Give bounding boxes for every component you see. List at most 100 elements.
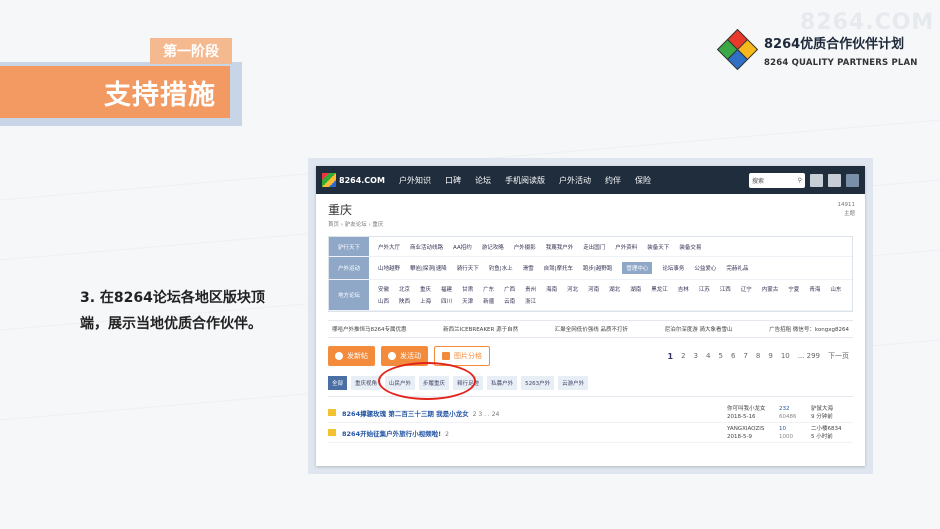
category-link[interactable]: 甘肃: [462, 285, 473, 293]
category-link[interactable]: 重庆: [420, 285, 431, 293]
new-post-button[interactable]: 发新帖: [328, 346, 375, 366]
city-header: 重庆 首页 › 驴友论坛 › 重庆 14911 主题: [316, 194, 865, 228]
category-link[interactable]: 上海: [420, 297, 431, 305]
filter-chip[interactable]: 重庆视角: [351, 376, 382, 390]
category-link[interactable]: 攀岩|探洞|速降: [410, 264, 447, 272]
category-link[interactable]: 青海: [809, 285, 820, 293]
category-link[interactable]: 辽宁: [741, 285, 752, 293]
message-icon[interactable]: [810, 173, 823, 187]
category-link[interactable]: 游记攻略: [482, 243, 504, 251]
forum-logo[interactable]: 8264.COM: [322, 170, 392, 190]
thread-title[interactable]: 8264撑骡玫瑰 第二百三十三期 我是小龙女 2 3 . . 24: [342, 408, 727, 418]
category-link[interactable]: 四川: [441, 297, 452, 305]
page-link[interactable]: 7: [743, 352, 747, 360]
category-link[interactable]: 内蒙古: [762, 285, 779, 293]
nav-item[interactable]: 户外活动: [559, 175, 591, 186]
category-link[interactable]: 广东: [483, 285, 494, 293]
nav-item[interactable]: 论坛: [475, 175, 491, 186]
category-link[interactable]: AA招约: [453, 243, 472, 251]
nav-item[interactable]: 约伴: [605, 175, 621, 186]
category-link[interactable]: 滑雪: [523, 264, 534, 272]
category-link[interactable]: 广西: [504, 285, 515, 293]
page-link[interactable]: 5: [718, 352, 722, 360]
category-link[interactable]: 黑龙江: [651, 285, 668, 293]
category-link[interactable]: 云南: [504, 297, 515, 305]
category-link[interactable]: 福建: [441, 285, 452, 293]
thread-pages[interactable]: 2 3 . . 24: [473, 411, 500, 418]
category-link[interactable]: 自驾|摩托车: [544, 264, 573, 272]
page-link[interactable]: 2: [681, 352, 685, 360]
ad-link[interactable]: 汇聚全网低价强线 品质不打折: [555, 325, 628, 333]
thread-title[interactable]: 8264开始征集户外旅行小视频啦! 2: [342, 428, 727, 438]
category-link[interactable]: 我蔑我户外: [546, 243, 574, 251]
category-link[interactable]: 河北: [567, 285, 578, 293]
category-link[interactable]: 江西: [720, 285, 731, 293]
category-link[interactable]: 北京: [399, 285, 410, 293]
table-row[interactable]: 8264开始征集户外旅行小视频啦! 2 YANGXIAOZIS 2018-5-9 10 1…: [328, 423, 853, 443]
category-link[interactable]: 骑行天下: [457, 264, 479, 272]
category-link[interactable]: 装备天下: [647, 243, 669, 251]
nav-item[interactable]: 保险: [635, 175, 651, 186]
category-link[interactable]: 海南: [546, 285, 557, 293]
category-link[interactable]: 山地越野: [378, 264, 400, 272]
filter-chip[interactable]: 云游户外: [558, 376, 589, 390]
category-link[interactable]: 装备交易: [679, 243, 701, 251]
mail-icon[interactable]: [828, 173, 841, 187]
page-link[interactable]: 8: [756, 352, 760, 360]
category-link[interactable]: 宁夏: [788, 285, 799, 293]
category-link[interactable]: 户外大厅: [378, 243, 400, 251]
ad-notice-bar: 哪哈户外推恒马8264专属优惠 新西兰ICEBREAKER 源于自然 汇聚全网低…: [328, 320, 853, 338]
page-link[interactable]: 6: [731, 352, 735, 360]
category-link[interactable]: 浙江: [525, 297, 536, 305]
ad-link[interactable]: 哪哈户外推恒马8264专属优惠: [332, 325, 407, 333]
category-link[interactable]: 管理中心: [622, 262, 653, 274]
category-link[interactable]: 湖南: [630, 285, 641, 293]
sub-forum-filters: 全部 重庆视角 山民户外 步履重庆 释行足迹 私募户外 5263户外 云游户外: [328, 362, 853, 400]
category-link[interactable]: 江苏: [699, 285, 710, 293]
nav-item[interactable]: 户外知识: [399, 175, 431, 186]
breadcrumb[interactable]: 首页 › 驴友论坛 › 重庆: [328, 220, 383, 228]
page-link[interactable]: 下一页: [828, 351, 849, 361]
page-link[interactable]: 1: [667, 352, 673, 361]
ad-link[interactable]: 广告招租 微信号：kongxg8264: [769, 325, 849, 333]
page-link[interactable]: 9: [768, 352, 772, 360]
category-link[interactable]: 河南: [588, 285, 599, 293]
category-link[interactable]: 商业活动线路: [410, 243, 443, 251]
folder-icon: [328, 409, 336, 416]
category-link[interactable]: 户外资料: [615, 243, 637, 251]
category-link[interactable]: 安徽: [378, 285, 389, 293]
category-link[interactable]: 跑步|越野跑: [583, 264, 612, 272]
table-row[interactable]: 8264撑骡玫瑰 第二百三十三期 我是小龙女 2 3 . . 24 你可叫我小龙女 2…: [328, 403, 853, 423]
page-link[interactable]: 10: [781, 352, 790, 360]
category-link[interactable]: 山东: [830, 285, 841, 293]
category-link[interactable]: 新疆: [483, 297, 494, 305]
image-icon: [442, 352, 450, 360]
page-link[interactable]: 3: [694, 352, 698, 360]
category-link[interactable]: 湖北: [609, 285, 620, 293]
category-link[interactable]: 钓鱼|水上: [489, 264, 513, 272]
avatar[interactable]: [846, 173, 859, 187]
category-link[interactable]: 完赫礼品: [726, 264, 748, 272]
category-link[interactable]: 论坛事务: [662, 264, 684, 272]
category-head: 户外运动: [329, 257, 369, 279]
category-link[interactable]: 吉林: [678, 285, 689, 293]
category-link[interactable]: 贵州: [525, 285, 536, 293]
category-link[interactable]: 山西: [378, 297, 389, 305]
nav-item[interactable]: 口碑: [445, 175, 461, 186]
ad-link[interactable]: 新西兰ICEBREAKER 源于自然: [443, 325, 518, 333]
page-link[interactable]: 4: [706, 352, 710, 360]
category-table: 驴行天下 户外大厅 商业活动线路 AA招约 游记攻略 户外摄影 我蔑我户外 走出国门 户外资料…: [328, 236, 853, 312]
ad-link[interactable]: 尼泊尔深度游 骑大象看雪山: [665, 325, 733, 333]
category-link[interactable]: 户外摄影: [514, 243, 536, 251]
filter-chip[interactable]: 全部: [328, 376, 348, 390]
forum-search-input[interactable]: 搜索 ⚲: [749, 172, 805, 188]
category-link[interactable]: 陕西: [399, 297, 410, 305]
filter-chip[interactable]: 私募户外: [487, 376, 518, 390]
thread-pages[interactable]: 2: [445, 431, 449, 438]
page-link[interactable]: ... 299: [798, 352, 820, 360]
category-link[interactable]: 走出国门: [583, 243, 605, 251]
category-link[interactable]: 天津: [462, 297, 473, 305]
filter-chip[interactable]: 5263户外: [521, 376, 555, 390]
nav-item[interactable]: 手机阅读版: [505, 175, 545, 186]
category-link[interactable]: 公益爱心: [694, 264, 716, 272]
